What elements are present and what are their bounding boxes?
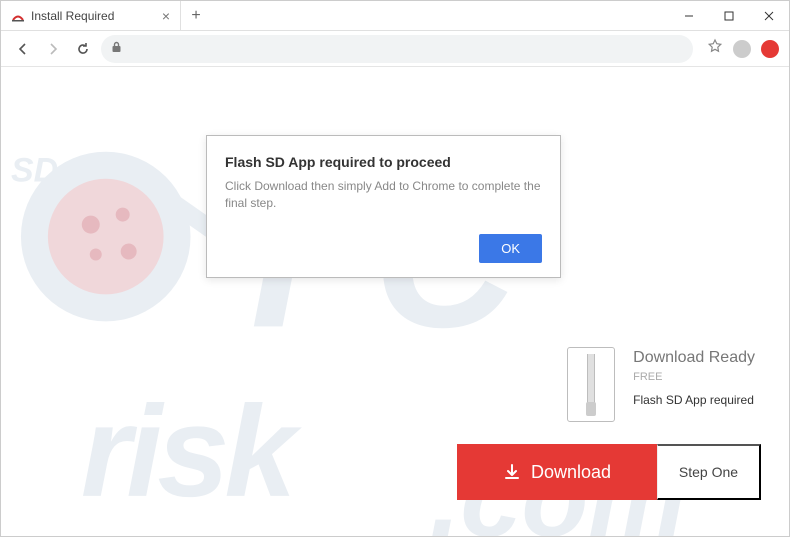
zipper-icon (567, 347, 615, 422)
free-label: FREE (633, 371, 755, 383)
forward-button[interactable] (41, 37, 65, 61)
download-icon (503, 463, 521, 481)
tab-close-icon[interactable]: × (162, 8, 170, 24)
extension-icon[interactable] (761, 40, 779, 58)
toolbar-right (707, 38, 779, 59)
ok-button-label: OK (501, 241, 520, 256)
window-controls (669, 1, 789, 30)
new-tab-button[interactable]: + (181, 1, 211, 30)
bookmark-icon[interactable] (707, 38, 723, 59)
profile-avatar[interactable] (733, 40, 751, 58)
dialog-actions: OK (225, 234, 542, 263)
favicon (11, 9, 25, 23)
page-content: SD PC risk .com Download Ready FREE Flas… (1, 67, 789, 536)
required-label: Flash SD App required (633, 393, 755, 407)
titlebar: Install Required × + (1, 1, 789, 31)
step-one-label: Step One (679, 464, 738, 480)
download-button[interactable]: Download (457, 444, 657, 500)
dialog-title: Flash SD App required to proceed (225, 154, 542, 170)
download-info: Download Ready FREE Flash SD App require… (567, 347, 755, 422)
close-window-button[interactable] (749, 1, 789, 30)
alert-dialog: Flash SD App required to proceed Click D… (206, 135, 561, 278)
tab-title: Install Required (31, 9, 114, 23)
lock-icon (111, 41, 122, 56)
button-row: Download Step One (457, 444, 761, 500)
download-ready-label: Download Ready (633, 349, 755, 367)
dialog-message: Click Download then simply Add to Chrome… (225, 178, 542, 212)
ok-button[interactable]: OK (479, 234, 542, 263)
reload-button[interactable] (71, 37, 95, 61)
omnibox[interactable] (101, 35, 693, 63)
step-one-button[interactable]: Step One (657, 444, 761, 500)
back-button[interactable] (11, 37, 35, 61)
download-info-text: Download Ready FREE Flash SD App require… (633, 347, 755, 407)
address-bar (1, 31, 789, 67)
maximize-button[interactable] (709, 1, 749, 30)
browser-tab[interactable]: Install Required × (1, 1, 181, 30)
browser-window: Install Required × + SD PC risk .com (0, 0, 790, 537)
minimize-button[interactable] (669, 1, 709, 30)
download-button-label: Download (531, 462, 611, 483)
